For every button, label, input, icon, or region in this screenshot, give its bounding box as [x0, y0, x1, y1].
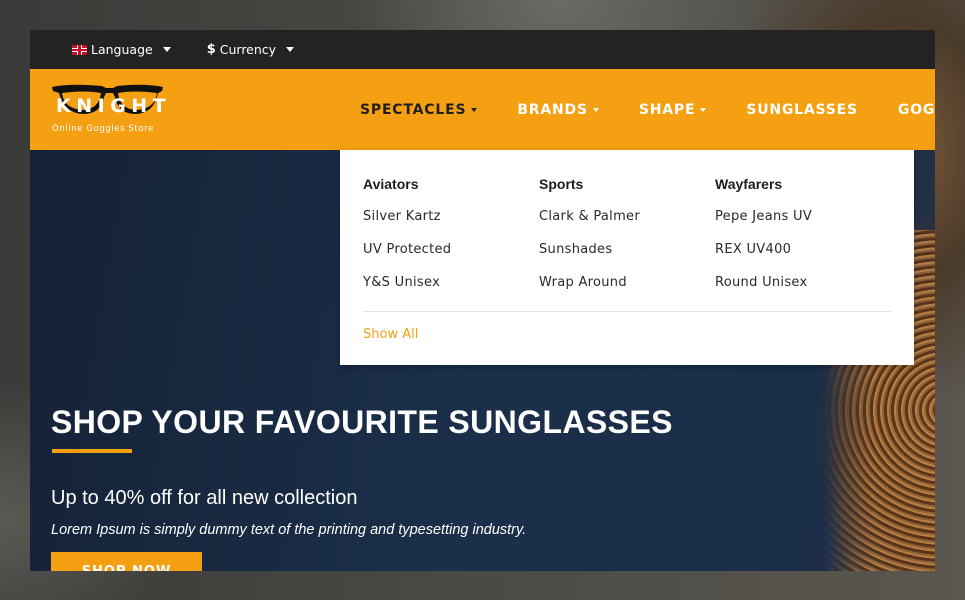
menu-column-wayfarers: Wayfarers Pepe Jeans UV REX UV400 Round … — [715, 176, 885, 295]
shop-now-button[interactable]: SHOP NOW — [51, 552, 202, 571]
brand-logo[interactable]: KNIGHT Online Goggles Store — [50, 81, 166, 141]
hero-title-underline — [52, 449, 132, 453]
menu-column-title: Sports — [539, 176, 584, 192]
menu-link[interactable]: Silver Kartz — [363, 209, 533, 229]
nav-label: SPECTACLES — [360, 101, 467, 118]
dollar-icon: $ — [206, 42, 216, 57]
show-all-link[interactable]: Show All — [363, 327, 418, 342]
chevron-down-icon — [471, 107, 478, 112]
menu-column-sports: Sports Clark & Palmer Sunshades Wrap Aro… — [539, 176, 709, 295]
menu-link[interactable]: REX UV400 — [715, 242, 885, 262]
chevron-down-icon — [162, 47, 171, 52]
top-bar: Language $ Currency — [30, 30, 935, 69]
language-label: Language — [91, 42, 153, 57]
main-nav: SPECTACLES BRANDS SHAPE SUNGLASSES GOGGL… — [360, 69, 935, 150]
hero-title: SHOP YOUR FAVOURITE SUNGLASSES — [51, 404, 673, 440]
brand-tagline: Online Goggles Store — [52, 124, 154, 134]
menu-link[interactable]: Pepe Jeans UV — [715, 209, 885, 229]
nav-brands[interactable]: BRANDS — [517, 102, 599, 118]
menu-link[interactable]: Wrap Around — [539, 275, 709, 295]
menu-link[interactable]: Round Unisex — [715, 275, 885, 295]
chevron-down-icon — [700, 107, 707, 112]
nav-label: SHAPE — [638, 101, 696, 118]
site-frame: Language $ Currency KNIGHT Online Goggle… — [30, 30, 935, 571]
nav-shape[interactable]: SHAPE — [638, 101, 707, 118]
nav-spectacles[interactable]: SPECTACLES — [360, 101, 478, 118]
menu-link[interactable]: Clark & Palmer — [539, 209, 709, 229]
menu-link[interactable]: UV Protected — [363, 242, 533, 262]
hero-description: Lorem Ipsum is simply dummy text of the … — [51, 522, 527, 538]
main-header: KNIGHT Online Goggles Store SPECTACLES B… — [30, 69, 935, 150]
menu-link[interactable]: Sunshades — [539, 242, 709, 262]
brand-name: KNIGHT — [56, 95, 172, 117]
chevron-down-icon — [286, 47, 295, 52]
menu-column-title: Wayfarers — [715, 176, 783, 192]
nav-label: GOGGLES — [897, 101, 935, 118]
nav-label: BRANDS — [517, 101, 588, 118]
spectacles-dropdown-menu: Aviators Silver Kartz UV Protected Y&S U… — [340, 150, 914, 365]
language-selector[interactable]: Language — [72, 42, 171, 57]
menu-column-title: Aviators — [363, 176, 419, 192]
chevron-down-icon — [592, 107, 599, 112]
currency-label: Currency — [219, 42, 277, 57]
nav-sunglasses[interactable]: SUNGLASSES — [746, 102, 858, 118]
menu-divider — [363, 311, 891, 312]
currency-selector[interactable]: $ Currency — [206, 42, 295, 57]
menu-link[interactable]: Y&S Unisex — [363, 275, 533, 295]
hero-subtitle: Up to 40% off for all new collection — [51, 487, 358, 509]
nav-goggles[interactable]: GOGGLES — [898, 102, 935, 118]
uk-flag-icon — [72, 44, 87, 55]
menu-column-aviators: Aviators Silver Kartz UV Protected Y&S U… — [363, 176, 533, 295]
nav-label: SUNGLASSES — [746, 101, 858, 118]
